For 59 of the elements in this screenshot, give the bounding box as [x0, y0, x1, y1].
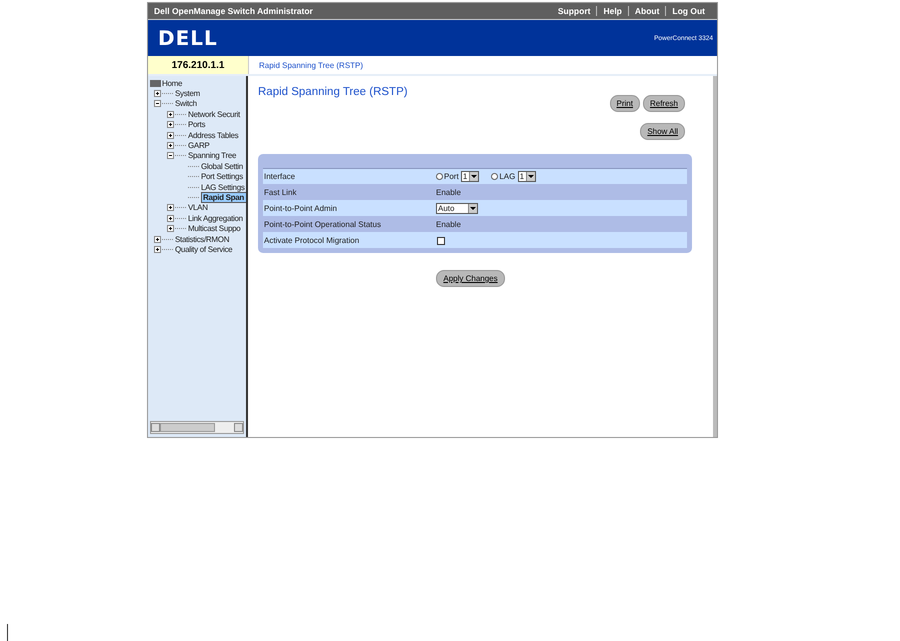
field-value: Enable [436, 188, 461, 197]
checkbox[interactable] [437, 236, 445, 244]
field-label: Activate Protocol Migration [263, 236, 360, 245]
dropdown[interactable]: Auto [436, 203, 478, 214]
field-value: Enable [436, 220, 461, 229]
header-link[interactable]: About [628, 6, 666, 16]
header-link[interactable]: Support [552, 6, 596, 16]
tree-item[interactable]: Switch [175, 99, 197, 108]
radio-label: LAG [499, 172, 516, 181]
collapse-icon[interactable] [167, 152, 174, 160]
tree-item[interactable]: Network Securit [188, 110, 240, 119]
expand-icon[interactable] [167, 214, 174, 222]
header-link[interactable]: Help [596, 6, 628, 16]
expand-icon[interactable] [167, 121, 174, 128]
tree-item[interactable]: System [175, 89, 200, 98]
collapse-icon[interactable] [154, 100, 161, 108]
page-title: Rapid Spanning Tree (RSTP) [258, 86, 409, 98]
field-label: Point-to-Point Admin [263, 204, 338, 213]
breadcrumb: Rapid Spanning Tree (RSTP) [258, 60, 364, 72]
computer-icon [150, 80, 161, 87]
radio-button[interactable] [491, 173, 498, 180]
tree-item[interactable]: Global Settin [201, 162, 243, 171]
tree-item[interactable]: Link Aggregation [188, 214, 243, 223]
tree-item[interactable]: Address Tables [188, 130, 238, 140]
header-link[interactable]: Log Out [665, 6, 711, 16]
radio-button[interactable] [436, 173, 443, 180]
apply-changes-button[interactable]: Apply Changes [436, 270, 505, 287]
window-title: Dell OpenManage Switch Administrator [154, 6, 314, 16]
tree-item[interactable]: Rapid Span [201, 192, 246, 203]
tree-item[interactable]: Multicast Suppo [188, 224, 240, 234]
toolbar-button[interactable]: Refresh [642, 95, 685, 112]
dropdown[interactable]: 1 [460, 171, 480, 182]
tree-item[interactable]: Quality of Service [175, 244, 232, 254]
tree-item[interactable]: Spanning Tree [188, 151, 236, 160]
tree-item[interactable]: GARP [188, 141, 210, 150]
dropdown[interactable]: 1 [518, 171, 536, 182]
tree-item[interactable]: Ports [188, 120, 206, 130]
show-all-button[interactable]: Show All [640, 123, 685, 140]
expand-icon[interactable] [154, 236, 161, 243]
tree-item[interactable]: Home [162, 78, 182, 88]
expand-icon[interactable] [154, 90, 161, 98]
expand-icon[interactable] [167, 110, 174, 118]
radio-label: Port [444, 172, 459, 181]
expand-icon[interactable] [167, 225, 174, 232]
toolbar-button[interactable]: Print [610, 95, 640, 112]
field-label: Fast Link [263, 188, 298, 197]
tree-item[interactable]: Port Settings [201, 172, 243, 182]
field-label: Interface [263, 172, 296, 181]
expand-icon[interactable] [167, 132, 174, 139]
tree-item[interactable]: Statistics/RMON [175, 234, 230, 244]
horizontal-scrollbar[interactable] [150, 421, 244, 434]
expand-icon[interactable] [167, 204, 174, 212]
tree-item[interactable]: LAG Settings [201, 182, 245, 192]
tree-item[interactable]: VLAN [188, 203, 208, 212]
expand-icon[interactable] [154, 246, 161, 253]
field-label: Point-to-Point Operational Status [263, 220, 382, 229]
logo: DELL [158, 26, 218, 50]
device-ip: 176.210.1.1 [148, 56, 249, 74]
expand-icon[interactable] [167, 142, 174, 150]
